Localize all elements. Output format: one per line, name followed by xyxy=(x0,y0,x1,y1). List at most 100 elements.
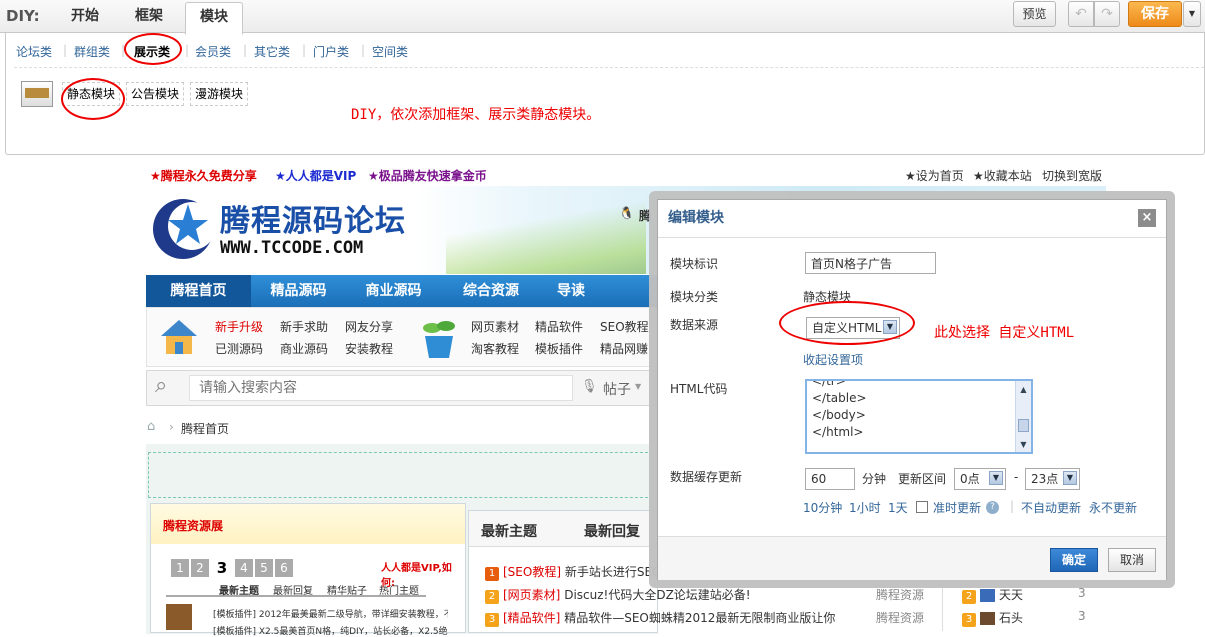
thread-category[interactable]: 腾程资源 xyxy=(876,586,924,603)
set-homepage-link[interactable]: ★设为首页 xyxy=(905,167,964,184)
divider: | xyxy=(1010,499,1015,513)
subnav-link[interactable]: 模板插件 xyxy=(535,340,583,357)
site-logo-icon xyxy=(153,199,216,259)
tab-start[interactable]: 开始 xyxy=(57,2,113,33)
quick-1day-link[interactable]: 1天 xyxy=(888,499,908,516)
mini-tab[interactable]: 精华贴子 xyxy=(327,582,367,597)
category-portal[interactable]: 门户类 xyxy=(313,43,349,60)
module-announcement[interactable]: 公告模块 xyxy=(126,82,185,106)
pager-1[interactable]: 1 xyxy=(171,559,189,577)
thread-row[interactable]: 2 [网页素材] Discuz!代码大全DZ论坛建站必备! xyxy=(485,586,751,604)
pager-4[interactable]: 4 xyxy=(235,559,253,577)
subnav-link[interactable]: 精品网赚 xyxy=(600,340,648,357)
home-icon[interactable]: ⌂ xyxy=(147,419,155,434)
nav-home[interactable]: 腾程首页 xyxy=(146,275,251,307)
category-other[interactable]: 其它类 xyxy=(254,43,290,60)
minutes-unit: 分钟 xyxy=(862,472,887,486)
category-forum[interactable]: 论坛类 xyxy=(16,43,52,60)
divider: | xyxy=(243,43,248,57)
qq-icon: 🐧 xyxy=(619,206,634,220)
promo-free[interactable]: ★腾程永久免费分享 xyxy=(150,167,257,184)
chevron-down-icon: ▼ xyxy=(635,382,642,391)
label-html-code: HTML代码 xyxy=(670,382,728,396)
timed-update-label[interactable]: 准时更新 xyxy=(933,499,981,516)
nav-premium-source[interactable]: 精品源码 xyxy=(251,275,346,307)
cancel-button[interactable]: 取消 xyxy=(1108,548,1156,572)
category-group[interactable]: 群组类 xyxy=(74,43,110,60)
search-icon[interactable]: ⌕ xyxy=(155,373,167,398)
wide-mode-link[interactable]: 切换到宽版 xyxy=(1042,167,1102,184)
ranking-row[interactable]: 3 石头 xyxy=(962,609,1023,627)
bookmark-link[interactable]: ★收藏本站 xyxy=(973,167,1032,184)
scrollbar[interactable]: ▲ ▼ xyxy=(1015,381,1031,452)
promo-coins[interactable]: ★极品腾友快速拿金币 xyxy=(368,167,487,184)
label-data-source: 数据来源 xyxy=(670,318,719,332)
thread-row[interactable]: 1 [SEO教程] 新手站长进行SEO xyxy=(485,563,662,581)
tab-module[interactable]: 模块 xyxy=(185,2,243,35)
cache-minutes-input[interactable] xyxy=(805,468,855,490)
thread-row[interactable]: 3 [精品软件] 精品软件—SEO蜘蛛精2012最新无限制商业版让你 xyxy=(485,609,835,627)
category-space[interactable]: 空间类 xyxy=(372,43,408,60)
scroll-up-icon: ▲ xyxy=(1020,385,1027,394)
no-auto-update-link[interactable]: 不自动更新 xyxy=(1021,499,1081,516)
category-member[interactable]: 会员类 xyxy=(195,43,231,60)
redo-button[interactable]: ↷ xyxy=(1094,1,1120,27)
subnav-link[interactable]: 淘客教程 xyxy=(471,340,519,357)
mini-tab[interactable]: 最新主题 xyxy=(219,582,259,597)
pager-2[interactable]: 2 xyxy=(191,559,209,577)
thread-category[interactable]: 腾程资源 xyxy=(876,609,924,626)
divider xyxy=(14,67,1204,68)
pager-6[interactable]: 6 xyxy=(275,559,293,577)
label-cache-update: 数据缓存更新 xyxy=(670,470,743,484)
close-icon[interactable]: × xyxy=(1138,209,1156,227)
pager-3[interactable]: 3 xyxy=(213,559,231,577)
mini-tab[interactable]: 最新回复 xyxy=(273,582,313,597)
ranking-row[interactable]: 2 天天 xyxy=(962,586,1023,604)
subnav-link[interactable]: 新手升级 xyxy=(215,318,263,335)
never-update-link[interactable]: 永不更新 xyxy=(1089,499,1137,516)
quick-10min-link[interactable]: 10分钟 xyxy=(803,499,842,516)
subnav-link[interactable]: 新手求助 xyxy=(280,318,328,335)
save-dropdown-button[interactable]: ▼ xyxy=(1183,1,1201,27)
undo-button[interactable]: ↶ xyxy=(1068,1,1094,27)
mini-tab[interactable]: 热门主题 xyxy=(379,582,419,597)
subnav-link[interactable]: 精品软件 xyxy=(535,318,583,335)
nav-resources[interactable]: 综合资源 xyxy=(441,275,541,307)
diy-toolbar: DIY: 开始 框架 模块 预览 ↶ ↷ 保存 ▼ xyxy=(0,0,1205,35)
tab-latest-replies[interactable]: 最新回复 xyxy=(584,521,640,541)
to-hour-select[interactable]: 23点 ▼ xyxy=(1025,468,1080,490)
subnav-link[interactable]: 商业源码 xyxy=(280,340,328,357)
edit-module-dialog: 编辑模块 × 模块标识 模块分类 静态模块 数据来源 自定义HTML ▼ 此处选… xyxy=(657,199,1167,580)
pager-5[interactable]: 5 xyxy=(255,559,273,577)
module-id-input[interactable] xyxy=(805,252,936,274)
tab-latest-topics[interactable]: 最新主题 xyxy=(481,521,537,541)
diy-frame-placeholder xyxy=(148,452,658,498)
quick-1hour-link[interactable]: 1小时 xyxy=(849,499,881,516)
subnav-link[interactable]: 网页素材 xyxy=(471,318,519,335)
module-roaming[interactable]: 漫游模块 xyxy=(190,82,249,106)
preview-button[interactable]: 预览 xyxy=(1013,1,1056,27)
nav-guide[interactable]: 导读 xyxy=(541,275,601,307)
html-code-textarea[interactable]: </tr> </table> </body> </html> ▲ ▼ xyxy=(805,379,1033,454)
tab-frame[interactable]: 框架 xyxy=(120,2,178,33)
breadcrumb[interactable]: 腾程首页 xyxy=(181,420,229,437)
confirm-button[interactable]: 确定 xyxy=(1050,548,1098,572)
nav-commercial-source[interactable]: 商业源码 xyxy=(346,275,441,307)
search-input[interactable] xyxy=(191,376,571,400)
promo-vip[interactable]: ★人人都是VIP xyxy=(275,167,356,184)
subnav-link[interactable]: 网友分享 xyxy=(345,318,393,335)
subnav-link[interactable]: 安装教程 xyxy=(345,340,393,357)
collapse-settings-link[interactable]: 收起设置项 xyxy=(803,351,863,368)
annotation-note: DIY，依次添加框架、展示类静态模块。 xyxy=(351,107,601,123)
undo-icon: ↶ xyxy=(1075,6,1087,22)
microphone-icon[interactable]: 🎙 xyxy=(581,379,598,394)
mini-row[interactable]: [模板插件] 2012年最美最新二级导航，带详细安装教程，不 xyxy=(213,607,448,620)
timed-update-checkbox[interactable] xyxy=(916,501,928,513)
subnav-link[interactable]: 已测源码 xyxy=(215,340,263,357)
help-icon[interactable]: ? xyxy=(986,501,999,514)
from-hour-select[interactable]: 0点 ▼ xyxy=(954,468,1006,490)
subnav-link[interactable]: SEO教程 xyxy=(600,318,649,335)
chevron-down-icon: ▼ xyxy=(1188,9,1196,18)
save-button[interactable]: 保存 xyxy=(1128,1,1182,27)
search-type-select[interactable]: 帖子 xyxy=(603,379,631,399)
